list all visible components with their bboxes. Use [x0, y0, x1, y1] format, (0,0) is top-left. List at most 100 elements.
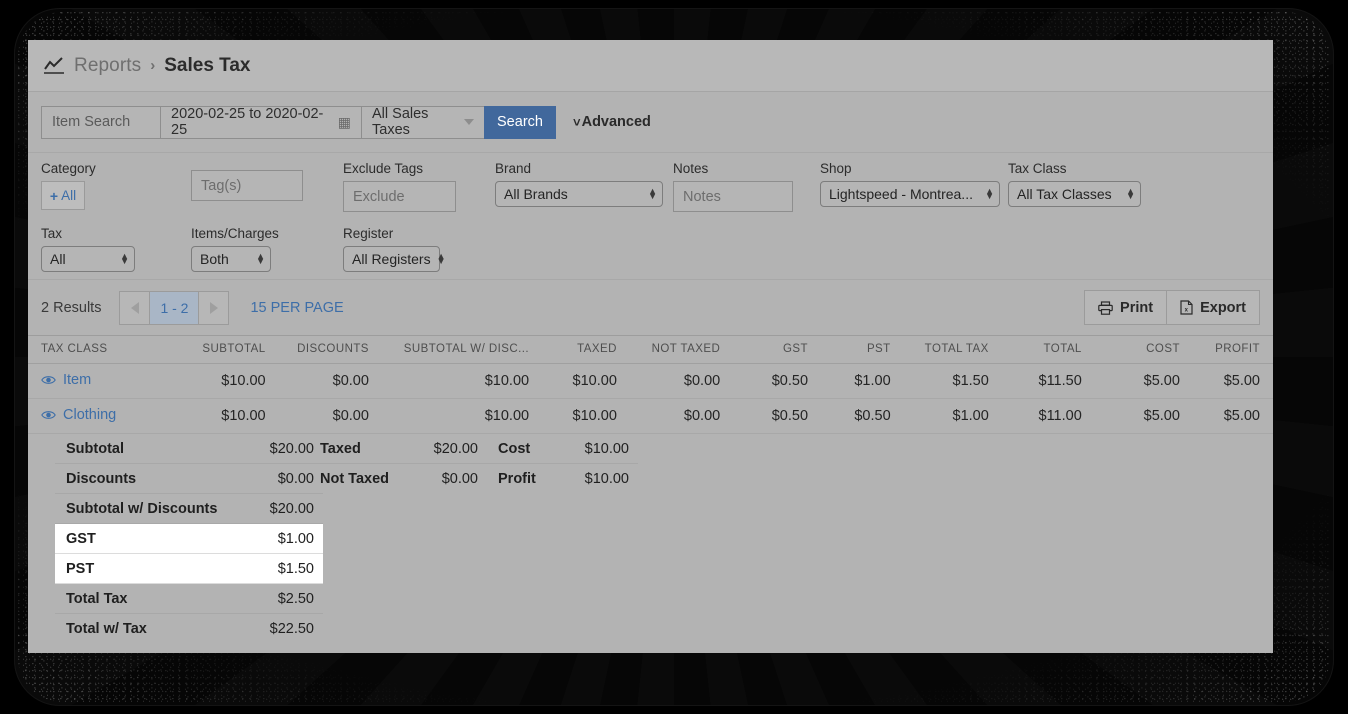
toolbar-actions: Print x Export [1084, 290, 1260, 325]
exclude-tags-input[interactable]: Exclude [343, 181, 456, 212]
search-input[interactable]: Item Search [41, 105, 161, 139]
cell-total: $11.50 [988, 363, 1082, 399]
tags-input[interactable]: Tag(s) [191, 170, 303, 201]
notes-input[interactable]: Notes [673, 181, 793, 212]
summary-label: Total w/ Tax [66, 621, 147, 637]
table-row: Clothing $10.00 $0.00 $10.00 $10.00 $0.0… [28, 398, 1273, 434]
register-select[interactable]: All Registers ▲ ▼ [343, 246, 446, 272]
shop-label: Shop [820, 161, 852, 176]
chevron-left-icon [130, 301, 139, 314]
column-header[interactable]: COST [1081, 336, 1180, 364]
summary-row-discounts: Discounts $0.00 [55, 464, 323, 494]
per-page-selector[interactable]: 15 PER PAGE [250, 300, 343, 316]
printer-icon [1098, 300, 1113, 315]
stepper-icon: ▲ ▼ [436, 251, 446, 266]
page-title: Sales Tax [164, 54, 251, 76]
column-header[interactable]: PROFIT [1179, 336, 1273, 364]
sales-tax-table: TAX CLASS SUBTOTAL DISCOUNTS SUBTOTAL W/… [28, 336, 1273, 434]
exclude-tags-label: Exclude Tags [343, 161, 424, 176]
column-header[interactable]: NOT TAXED [616, 336, 721, 364]
chevron-down-icon [464, 119, 474, 125]
table-row: Item $10.00 $0.00 $10.00 $10.00 $0.00 $0… [28, 363, 1273, 399]
results-count: 2 Results [41, 299, 102, 316]
cell-taxed: $10.00 [529, 398, 617, 434]
tax-label: Tax [41, 226, 63, 241]
tax-class-link[interactable]: Clothing [41, 407, 116, 423]
cell-total: $11.00 [988, 398, 1082, 434]
summary-value: $1.50 [277, 560, 314, 577]
cell-pst: $1.00 [808, 363, 891, 399]
eye-icon [41, 410, 56, 420]
filter-register: Register All Registers ▲ ▼ [343, 226, 446, 272]
summary-label: Profit [498, 471, 536, 487]
tax-select-value: All [50, 251, 66, 267]
summary-label: Cost [498, 440, 531, 457]
summary-row-total-tax: Total Tax $2.50 [55, 584, 323, 614]
category-all-button[interactable]: + All [41, 181, 85, 210]
items-charges-value: Both [200, 251, 229, 267]
advanced-filters-panel: Category + All Tag(s) Exclude Tags Exclu… [28, 153, 1273, 280]
column-header[interactable]: SUBTOTAL W/ DISC... [368, 336, 530, 364]
stepper-icon: ▲ ▼ [120, 251, 129, 266]
spreadsheet-export-icon: x [1180, 300, 1193, 315]
summary-row-not-taxed: Not Taxed $0.00 [309, 464, 487, 494]
summary-value: $22.50 [269, 621, 314, 637]
cell-subtotal: $10.00 [172, 398, 266, 434]
cell-not-taxed: $0.00 [616, 363, 721, 399]
cell-profit: $5.00 [1179, 398, 1273, 434]
next-page-button[interactable] [198, 290, 230, 325]
brand-label: Brand [495, 161, 532, 176]
column-header[interactable]: SUBTOTAL [172, 336, 266, 364]
summary-column-taxed: Taxed $20.00 Not Taxed $0.00 [309, 434, 487, 494]
sales-tax-select[interactable]: All Sales Taxes [361, 105, 485, 139]
summary-row-taxed: Taxed $20.00 [309, 434, 487, 464]
cell-taxed: $10.00 [529, 363, 617, 399]
tax-class-select[interactable]: All Tax Classes ▲ ▼ [1008, 181, 1141, 207]
export-button[interactable]: x Export [1166, 290, 1260, 325]
filter-tags: Tag(s) [191, 170, 303, 201]
cell-discounts: $0.00 [265, 398, 369, 434]
search-button[interactable]: Search [484, 105, 556, 139]
summary-value: $0.00 [441, 471, 478, 487]
column-header[interactable]: TOTAL [988, 336, 1082, 364]
shop-select[interactable]: Lightspeed - Montrea... ▲ ▼ [820, 181, 1000, 207]
summary-row-profit: Profit $10.00 [487, 464, 638, 494]
current-page[interactable]: 1 - 2 [149, 290, 200, 325]
report-window: Reports › Sales Tax Item Search 2020-02-… [28, 40, 1273, 653]
summary-label: GST [66, 530, 96, 547]
summary-value: $20.00 [269, 440, 314, 457]
column-header[interactable]: TAX CLASS [28, 336, 173, 364]
column-header[interactable]: GST [720, 336, 809, 364]
advanced-toggle[interactable]: ˅ Advanced [573, 114, 651, 130]
summary-label: Subtotal [66, 440, 124, 457]
filter-shop: Shop Lightspeed - Montrea... ▲ ▼ [820, 161, 1000, 207]
column-header[interactable]: TAXED [529, 336, 617, 364]
summary-label: Discounts [66, 470, 137, 487]
date-range-input[interactable]: 2020-02-25 to 2020-02-25 ▦ [160, 105, 362, 139]
prev-page-button[interactable] [119, 290, 151, 325]
column-header[interactable]: DISCOUNTS [265, 336, 369, 364]
brand-select[interactable]: All Brands ▲ ▼ [495, 181, 663, 207]
tax-class-link[interactable]: Item [41, 372, 91, 388]
cell-discounts: $0.00 [265, 363, 369, 399]
breadcrumb-reports[interactable]: Reports [74, 55, 141, 77]
cell-pst: $0.50 [808, 398, 891, 434]
summary-label: PST [66, 560, 95, 577]
items-charges-select[interactable]: Both ▲ ▼ [191, 246, 271, 272]
cell-gst: $0.50 [720, 398, 809, 434]
summary-value: $10.00 [584, 471, 629, 487]
cell-total-tax: $1.00 [890, 398, 989, 434]
column-header[interactable]: TOTAL TAX [890, 336, 989, 364]
results-toolbar: 2 Results 1 - 2 15 PER PAGE Print x Expo… [28, 280, 1273, 336]
cell-tax-class: Item [28, 363, 173, 399]
breadcrumb-separator: › [150, 57, 156, 74]
column-header[interactable]: PST [808, 336, 891, 364]
date-range-value: 2020-02-25 to 2020-02-25 [171, 106, 324, 138]
cell-subtotal: $10.00 [172, 363, 266, 399]
summary-label: Total Tax [66, 590, 128, 607]
summary-column-primary: Subtotal $20.00 Discounts $0.00 Subtotal… [55, 434, 323, 644]
cell-cost: $5.00 [1081, 398, 1180, 434]
plus-icon: + [49, 187, 59, 204]
tax-select-dropdown[interactable]: All ▲ ▼ [41, 246, 135, 272]
print-button[interactable]: Print [1084, 290, 1168, 325]
